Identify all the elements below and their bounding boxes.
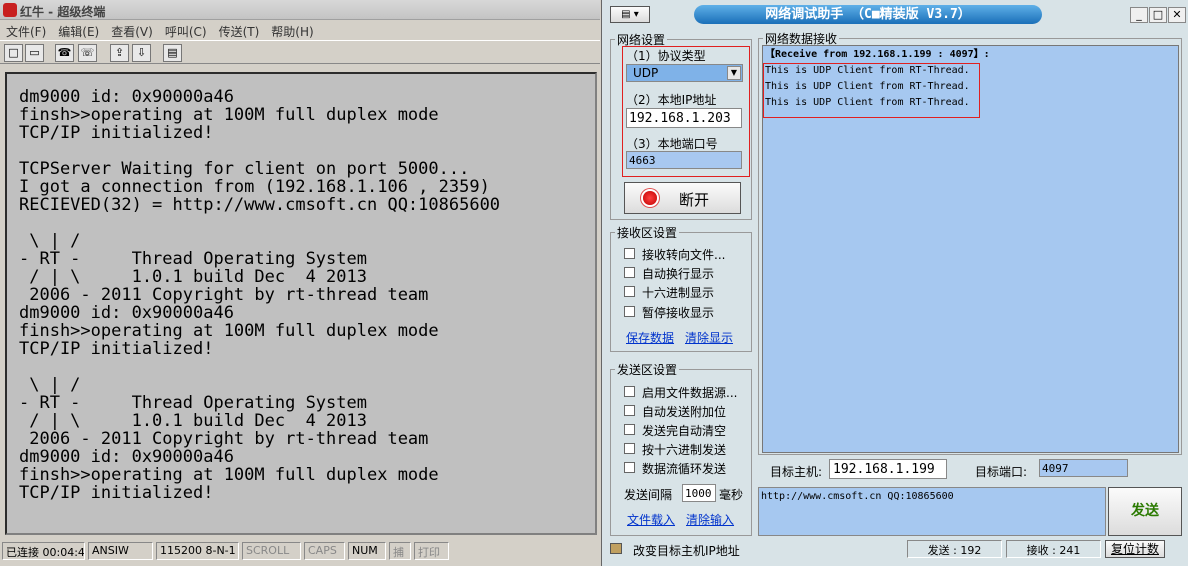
terminal-title-bar: 红牛 - 超级终端 (0, 0, 600, 20)
loop-send-label: 数据流循环发送 (642, 462, 727, 476)
interval-unit: 毫秒 (719, 488, 744, 502)
recv-count: 接收 : 241 (1006, 540, 1101, 558)
disconnect-icon[interactable]: ☏ (78, 44, 97, 62)
sent-count: 发送 : 192 (907, 540, 1002, 558)
interval-label: 发送间隔 (624, 488, 673, 502)
target-port-input[interactable]: 4097 (1039, 459, 1128, 477)
status-port: 115200 8-N-1 (156, 542, 239, 560)
send-input[interactable]: http://www.cmsoft.cn QQ:10865600 (758, 487, 1106, 536)
recv-to-file-checkbox[interactable] (624, 248, 635, 259)
ip-octet-4[interactable]: 203 (707, 111, 730, 126)
terminal-text: dm9000 id: 0x90000a46 finsh>>operating a… (19, 87, 501, 535)
host-octet-3[interactable]: 1 (896, 462, 904, 477)
call-icon[interactable]: ☎ (55, 44, 74, 62)
toolbar: □ ▭ ☎ ☏ ⇪ ⇩ ▤ (0, 40, 600, 64)
menu-file[interactable]: 文件(F) (0, 21, 52, 39)
minimize-button[interactable]: _ (1130, 7, 1148, 23)
connection-status-icon (643, 191, 657, 205)
send-settings-legend: 发送区设置 (617, 363, 678, 377)
recv-header: 【Receive from 192.168.1.199 : 4097】: (765, 49, 990, 60)
new-icon[interactable]: □ (4, 44, 23, 62)
recv-settings-legend: 接收区设置 (617, 226, 678, 240)
menu-transfer[interactable]: 传送(T) (213, 21, 266, 39)
host-octet-2[interactable]: 168 (864, 462, 887, 477)
ip-octet-2[interactable]: 168 (660, 111, 683, 126)
system-menu-button[interactable]: ▤ ▾ (610, 6, 650, 23)
auto-wrap-checkbox[interactable] (624, 267, 635, 278)
menu-bar: 文件(F) 编辑(E) 查看(V) 呼叫(C) 传送(T) 帮助(H) (0, 21, 600, 39)
open-icon[interactable]: ▭ (25, 44, 44, 62)
auto-clear-checkbox[interactable] (624, 424, 635, 435)
menu-edit[interactable]: 编辑(E) (52, 21, 105, 39)
ip-octet-1[interactable]: 192 (629, 111, 652, 126)
status-bar: 已连接 00:04:40 ANSIW 115200 8-N-1 SCROLL C… (0, 540, 600, 564)
local-ip-input[interactable]: 192. 168. 1 . 203 (626, 108, 742, 128)
maximize-button[interactable]: □ (1149, 7, 1167, 23)
local-ip-label: （2）本地IP地址 (626, 93, 717, 107)
send-button[interactable]: 发送 (1108, 487, 1182, 536)
receive-file-icon[interactable]: ⇩ (132, 44, 151, 62)
loop-send-checkbox[interactable] (624, 462, 635, 473)
close-button[interactable]: ✕ (1168, 7, 1186, 23)
hex-display-checkbox[interactable] (624, 286, 635, 297)
highlight-recv-data (763, 63, 980, 118)
protocol-label: （1）协议类型 (626, 49, 706, 63)
terminal-window: 红牛 - 超级终端 文件(F) 编辑(E) 查看(V) 呼叫(C) 传送(T) … (0, 0, 600, 566)
host-octet-4[interactable]: 199 (911, 462, 934, 477)
local-port-input[interactable]: 4663 (626, 151, 742, 169)
status-emulation: ANSIW (88, 542, 153, 560)
disconnect-button[interactable]: 断开 (624, 182, 741, 214)
status-connected: 已连接 00:04:40 (2, 542, 85, 560)
menu-view[interactable]: 查看(V) (105, 21, 159, 39)
status-caps: CAPS (304, 542, 345, 560)
app-icon (3, 3, 17, 17)
menu-help[interactable]: 帮助(H) (265, 21, 319, 39)
file-source-label: 启用文件数据源... (642, 386, 738, 400)
status-capture: 捕 (389, 542, 411, 560)
file-source-checkbox[interactable] (624, 386, 635, 397)
hex-send-label: 按十六进制发送 (642, 443, 727, 457)
auto-clear-label: 发送完自动清空 (642, 424, 727, 438)
hex-display-label: 十六进制显示 (642, 286, 715, 300)
send-file-icon[interactable]: ⇪ (110, 44, 129, 62)
properties-icon[interactable]: ▤ (163, 44, 182, 62)
target-host-input[interactable]: 192. 168. 1 . 199 (829, 459, 947, 479)
interval-input[interactable]: 1000 (682, 484, 716, 502)
status-num: NUM (348, 542, 386, 560)
terminal-output[interactable]: dm9000 id: 0x90000a46 finsh>>operating a… (5, 72, 597, 535)
auto-wrap-label: 自动换行显示 (642, 267, 715, 281)
assistant-title: 网络调试助手 （C■精装版 V3.7） (694, 5, 1042, 24)
target-host-label: 目标主机: (770, 465, 823, 479)
ip-change-icon (610, 543, 622, 554)
auto-append-label: 自动发送附加位 (642, 405, 727, 419)
disconnect-label: 断开 (679, 191, 710, 209)
reset-count-button[interactable]: 复位计数 (1105, 540, 1165, 558)
target-port-label: 目标端口: (975, 465, 1028, 479)
net-assistant-window: ▤ ▾ 网络调试助手 （C■精装版 V3.7） _ □ ✕ 网络设置 （1）协议… (601, 0, 1188, 566)
recv-to-file-label: 接收转向文件... (642, 248, 726, 262)
local-port-label: （3）本地端口号 (626, 137, 718, 151)
clear-input-link[interactable]: 清除输入 (686, 511, 734, 528)
clear-display-link[interactable]: 清除显示 (685, 329, 733, 346)
pause-display-label: 暂停接收显示 (642, 306, 715, 320)
protocol-select[interactable]: UDP ▼ (626, 64, 743, 82)
host-octet-1[interactable]: 192 (833, 462, 856, 477)
menu-call[interactable]: 呼叫(C) (159, 21, 213, 39)
change-target-ip-link[interactable]: 改变目标主机IP地址 (633, 542, 740, 559)
protocol-value: UDP (633, 66, 659, 80)
hex-send-checkbox[interactable] (624, 443, 635, 454)
auto-append-checkbox[interactable] (624, 405, 635, 416)
status-scroll: SCROLL (242, 542, 301, 560)
chevron-down-icon: ▼ (727, 66, 741, 80)
ip-octet-3[interactable]: 1 (692, 111, 700, 126)
load-file-link[interactable]: 文件载入 (627, 511, 675, 528)
window-title: 红牛 - 超级终端 (20, 5, 106, 19)
status-print: 打印 (414, 542, 449, 560)
pause-display-checkbox[interactable] (624, 306, 635, 317)
assistant-title-bar: ▤ ▾ 网络调试助手 （C■精装版 V3.7） _ □ ✕ (602, 0, 1188, 30)
save-data-link[interactable]: 保存数据 (626, 329, 674, 346)
